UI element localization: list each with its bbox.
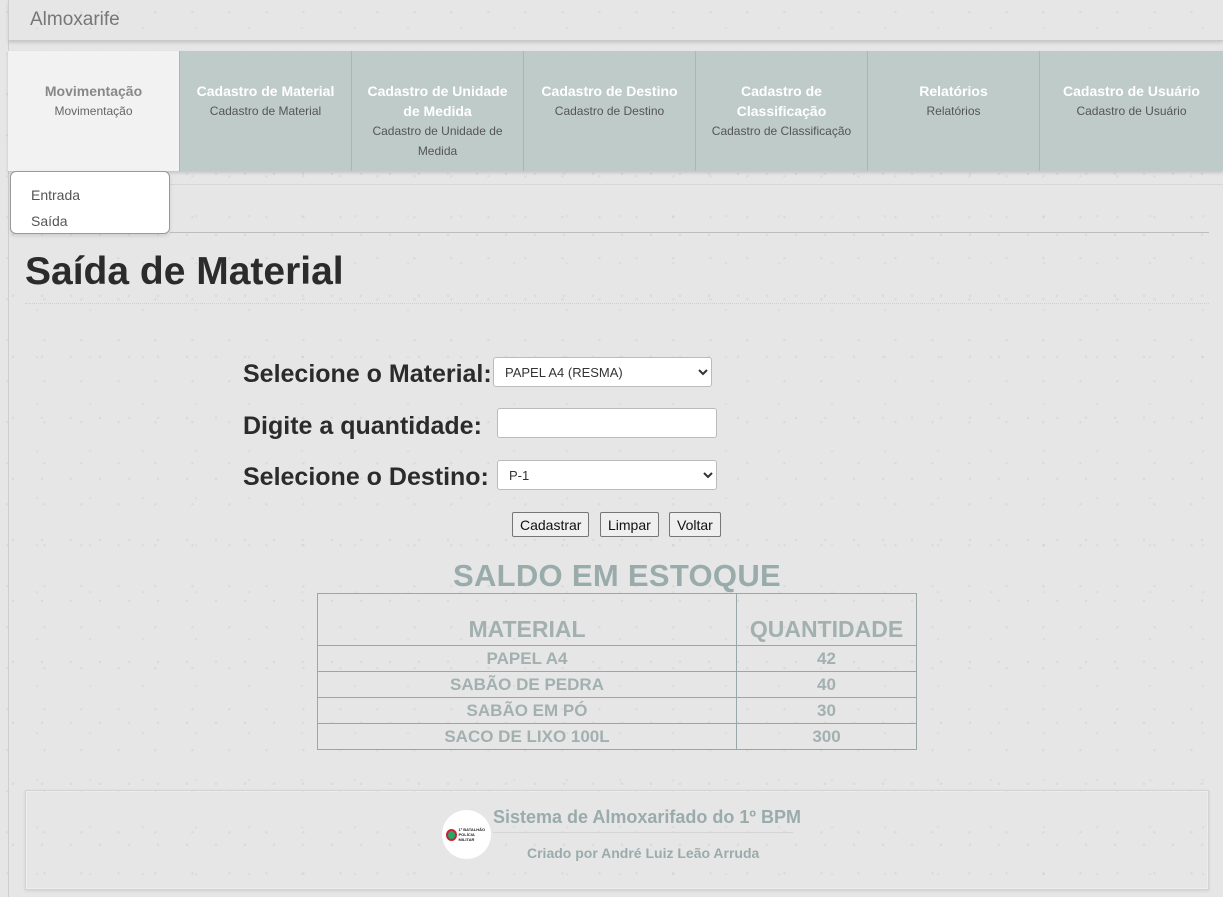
limpar-button[interactable]: Limpar [600, 512, 659, 537]
nav-item-subtitle: Cadastro de Unidade de Medida [372, 124, 503, 158]
nav-item-subtitle: Cadastro de Material [209, 104, 322, 118]
emblem-icon [445, 828, 457, 841]
nav-item-title: Cadastro de Classificação [736, 83, 827, 119]
footer [25, 790, 1209, 890]
table-header-row: MATERIAL QUANTIDADE [317, 593, 917, 646]
column-header-material: MATERIAL [317, 593, 737, 646]
cell-quantidade: 30 [736, 697, 917, 724]
page-title: Saída de Material [25, 250, 344, 293]
footer-credit: Criado por André Luiz Leão Arruda [527, 845, 760, 861]
nav-item-cadastro-material[interactable]: Cadastro de Material Cadastro de Materia… [180, 51, 352, 171]
destino-label: Selecione o Destino: [243, 463, 489, 491]
top-navbar: Almoxarife [8, 0, 1223, 41]
divider [8, 184, 1223, 185]
nav-item-subtitle: Cadastro de Classificação [711, 124, 852, 138]
cadastrar-button[interactable]: Cadastrar [512, 512, 590, 537]
footer-title: Sistema de Almoxarifado do 1º BPM [493, 807, 801, 827]
dropdown-item-saida[interactable]: Saída [11, 208, 169, 234]
material-select[interactable]: PAPEL A4 (RESMA) [493, 357, 712, 387]
material-label: Selecione o Material: [243, 360, 492, 388]
cell-material: SABÃO DE PEDRA [317, 671, 737, 698]
cell-material: SACO DE LIXO 100L [317, 723, 737, 750]
nav-item-title: Cadastro de Material [196, 83, 335, 99]
cell-quantidade: 42 [736, 645, 917, 672]
table-row: SABÃO DE PEDRA 40 [317, 671, 917, 698]
nav-item-title: Cadastro de Usuário [1063, 83, 1200, 99]
table-row: SABÃO EM PÓ 30 [317, 697, 917, 724]
nav-item-relatorios[interactable]: Relatórios Relatórios [868, 51, 1040, 171]
nav-item-cadastro-classificacao[interactable]: Cadastro de Classificação Cadastro de Cl… [696, 51, 868, 171]
nav-item-subtitle: Cadastro de Destino [554, 104, 665, 118]
voltar-button[interactable]: Voltar [669, 512, 721, 537]
battalion-logo: 1º BATALHÃO POLÍCIA MILITAR [442, 810, 491, 859]
movimentacao-dropdown-menu: Entrada Saída [10, 171, 170, 234]
brand-link[interactable]: Almoxarife [30, 9, 120, 31]
table-row: PAPEL A4 42 [317, 645, 917, 672]
nav-item-cadastro-unidade-medida[interactable]: Cadastro de Unidade de Medida Cadastro d… [352, 51, 524, 171]
cell-material: SABÃO EM PÓ [317, 697, 737, 724]
table-row: SACO DE LIXO 100L 300 [317, 723, 917, 750]
stock-title: SALDO EM ESTOQUE [452, 558, 782, 593]
nav-item-title: Relatórios [919, 83, 988, 99]
nav-item-title: Cadastro de Destino [541, 83, 678, 99]
nav-item-cadastro-usuario[interactable]: Cadastro de Usuário Cadastro de Usuário [1040, 51, 1223, 171]
column-header-quantidade: QUANTIDADE [736, 593, 917, 646]
divider [25, 303, 1209, 304]
nav-item-movimentacao[interactable]: Movimentação Movimentação [8, 51, 180, 171]
nav-item-subtitle: Movimentação [54, 104, 133, 118]
nav-item-title: Movimentação [44, 83, 143, 99]
nav-item-cadastro-destino[interactable]: Cadastro de Destino Cadastro de Destino [524, 51, 696, 171]
stock-table: MATERIAL QUANTIDADE PAPEL A4 42 SABÃO DE… [317, 593, 917, 750]
nav-item-subtitle: Cadastro de Usuário [1076, 104, 1187, 118]
cell-quantidade: 40 [736, 671, 917, 698]
main-nav: Movimentação Movimentação Cadastro de Ma… [8, 51, 1223, 171]
divider [170, 232, 1209, 233]
nav-item-title: Cadastro de Unidade de Medida [367, 83, 508, 119]
quantity-label: Digite a quantidade: [243, 412, 482, 440]
nav-item-subtitle: Relatórios [926, 104, 981, 118]
quantity-input[interactable] [497, 408, 717, 438]
dropdown-item-entrada[interactable]: Entrada [11, 182, 169, 208]
cell-quantidade: 300 [736, 723, 917, 750]
cell-material: PAPEL A4 [317, 645, 737, 672]
footer-divider [493, 832, 793, 833]
destino-select[interactable]: P-1 [497, 460, 717, 490]
logo-text-line2: POLÍCIA MILITAR [458, 832, 475, 842]
